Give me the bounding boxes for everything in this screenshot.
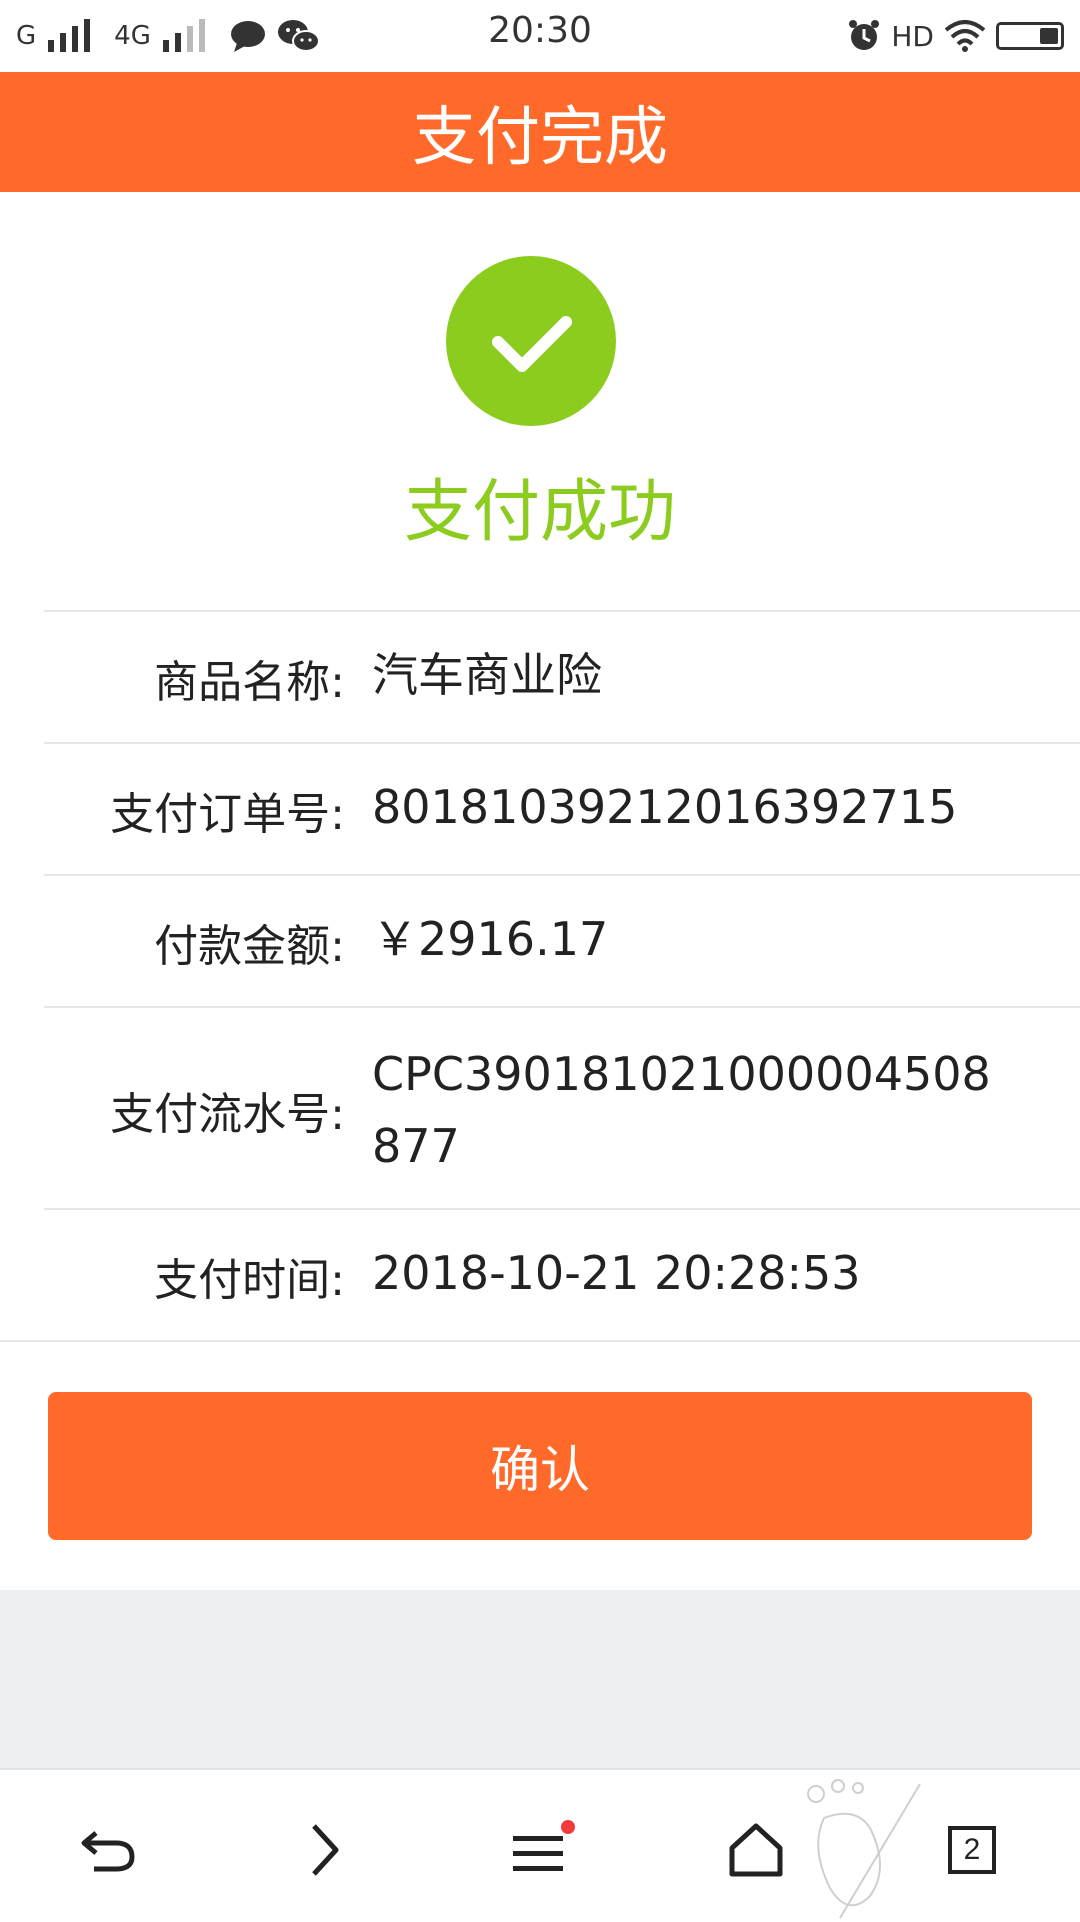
page-header: 支付完成 — [0, 72, 1080, 192]
order-value: 80181039212016392715 — [372, 780, 958, 834]
tab-count-badge: 2 — [948, 1826, 996, 1874]
gray-background — [0, 1590, 1080, 1768]
hd-label: HD — [891, 19, 934, 53]
home-icon — [729, 1823, 783, 1877]
footprint-watermark-icon — [807, 1779, 921, 1919]
payment-info-list: 商品名称: 汽车商业险 支付订单号: 80181039212016392715 … — [0, 610, 1080, 1342]
wifi-icon — [944, 20, 986, 52]
check-circle-icon — [446, 256, 616, 426]
alarm-icon — [849, 20, 880, 50]
divider — [0, 1340, 1080, 1342]
status-right: HD — [847, 14, 1064, 58]
time-label: 支付时间: — [154, 1255, 345, 1306]
info-row-product: 商品名称: 汽车商业险 — [44, 610, 1080, 742]
payment-success-text: 支付成功 — [403, 473, 676, 552]
bottom-nav: 2 — [0, 1768, 1080, 1922]
time-value: 2018-10-21 20:28:53 — [372, 1246, 861, 1300]
back-button[interactable] — [58, 1800, 158, 1900]
info-row-time: 支付时间: 2018-10-21 20:28:53 — [44, 1208, 1080, 1340]
product-label: 商品名称: — [154, 657, 345, 708]
confirm-button[interactable]: 确认 — [48, 1392, 1032, 1540]
forward-button[interactable] — [274, 1800, 374, 1900]
amount-label: 付款金额: — [154, 921, 345, 972]
menu-button[interactable] — [490, 1800, 590, 1900]
chevron-right-icon — [312, 1824, 339, 1876]
product-value: 汽车商业险 — [372, 648, 602, 702]
notification-dot — [561, 1820, 575, 1834]
page-title: 支付完成 — [412, 101, 668, 175]
order-label: 支付订单号: — [110, 789, 345, 840]
battery-icon — [996, 22, 1064, 50]
info-row-amount: 付款金额: ￥2916.17 — [44, 874, 1080, 1006]
status-bar: G 4G 20:30 HD — [0, 0, 1080, 72]
serial-label: 支付流水号: — [110, 1089, 345, 1140]
info-row-order: 支付订单号: 80181039212016392715 — [44, 742, 1080, 874]
tabs-button[interactable]: 2 — [922, 1800, 1022, 1900]
serial-value: CPC390181021000004508877 — [372, 1047, 991, 1173]
undo-icon — [81, 1831, 135, 1872]
info-row-serial: 支付流水号: CPC390181021000004508877 — [44, 1006, 1080, 1208]
amount-value: ￥2916.17 — [372, 912, 609, 966]
menu-icon — [513, 1820, 575, 1871]
home-button[interactable] — [706, 1800, 806, 1900]
